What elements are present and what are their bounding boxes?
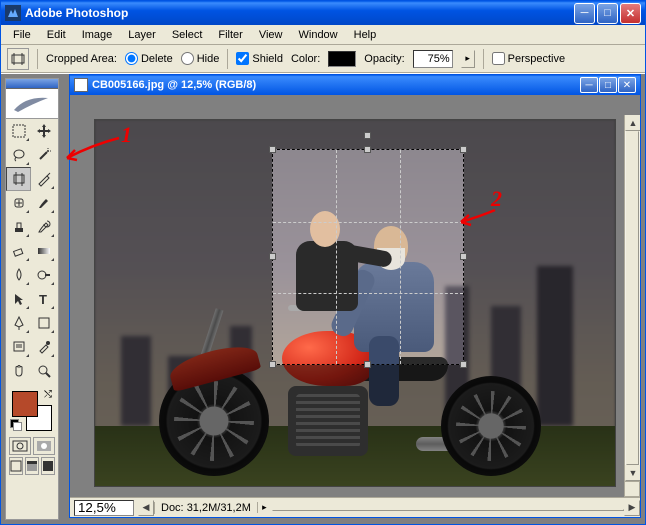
statusbar-flyout[interactable]: ▸	[257, 502, 271, 513]
options-bar: Cropped Area: Delete Hide Shield Color: …	[1, 45, 645, 73]
crop-handle-l[interactable]	[269, 253, 276, 260]
screen-menubar-button[interactable]	[25, 457, 39, 475]
scroll-up-button[interactable]: ▲	[625, 115, 640, 131]
crop-handle-t[interactable]	[364, 146, 371, 153]
canvas[interactable]	[94, 119, 616, 487]
crop-handle-r[interactable]	[460, 253, 467, 260]
type-tool[interactable]: T	[31, 287, 56, 311]
move-tool[interactable]	[31, 119, 56, 143]
crop-selection[interactable]	[272, 149, 464, 365]
crop-handle-b[interactable]	[364, 361, 371, 368]
standard-mode-button[interactable]	[9, 437, 31, 455]
document-icon	[74, 78, 88, 92]
eraser-tool[interactable]	[6, 239, 31, 263]
doc-close-button[interactable]: ✕	[618, 77, 636, 93]
scroll-down-button[interactable]: ▼	[625, 465, 640, 481]
menu-edit[interactable]: Edit	[39, 27, 74, 43]
scroll-right-button[interactable]: ▶	[624, 500, 640, 516]
color-swatches[interactable]: ⤭	[10, 389, 54, 431]
lasso-tool[interactable]	[6, 143, 31, 167]
opacity-label: Opacity:	[364, 53, 404, 65]
menu-layer[interactable]: Layer	[120, 27, 164, 43]
healing-brush-tool[interactable]	[6, 191, 31, 215]
crop-rotate-handle[interactable]	[364, 132, 371, 139]
brush-tool[interactable]	[31, 191, 56, 215]
workarea: T ⤭ CB005	[1, 73, 645, 524]
notes-tool[interactable]	[6, 335, 31, 359]
toolbox: T ⤭	[5, 78, 59, 520]
history-brush-tool[interactable]	[31, 215, 56, 239]
color-label: Color:	[291, 53, 320, 65]
close-button[interactable]: ✕	[620, 3, 641, 24]
marquee-tool[interactable]	[6, 119, 31, 143]
quickmask-mode-button[interactable]	[33, 437, 55, 455]
doc-maximize-button[interactable]: □	[599, 77, 617, 93]
vertical-scrollbar[interactable]: ▲ ▼	[624, 115, 640, 481]
document-area: CB005166.jpg @ 12,5% (RGB/8) ─ □ ✕	[63, 74, 645, 524]
canvas-wrapper: ▲ ▼ ◀ Doc: 31,2M/31,2M ▸ ▶	[70, 95, 640, 517]
cropped-area-label: Cropped Area:	[46, 53, 117, 65]
doc-minimize-button[interactable]: ─	[580, 77, 598, 93]
crop-handle-tr[interactable]	[460, 146, 467, 153]
document-titlebar[interactable]: CB005166.jpg @ 12,5% (RGB/8) ─ □ ✕	[70, 75, 640, 95]
menu-window[interactable]: Window	[291, 27, 346, 43]
shield-color-swatch[interactable]	[328, 51, 356, 67]
zoom-field[interactable]	[74, 500, 134, 516]
crop-handle-bl[interactable]	[269, 361, 276, 368]
hide-radio[interactable]: Hide	[181, 52, 220, 65]
crop-handle-br[interactable]	[460, 361, 467, 368]
minimize-button[interactable]: ─	[574, 3, 595, 24]
crop-handle-tl[interactable]	[269, 146, 276, 153]
shape-tool[interactable]	[31, 311, 56, 335]
statusbar: ◀ Doc: 31,2M/31,2M ▸ ▶	[70, 497, 640, 517]
opacity-field[interactable]	[413, 50, 453, 68]
opacity-flyout[interactable]: ▸	[461, 50, 475, 68]
pen-tool[interactable]	[6, 311, 31, 335]
screen-standard-button[interactable]	[9, 457, 23, 475]
slice-tool[interactable]	[31, 167, 56, 191]
swap-colors-icon[interactable]: ⤭	[44, 389, 52, 400]
gradient-tool[interactable]	[31, 239, 56, 263]
app-window: Adobe Photoshop ─ □ ✕ File Edit Image La…	[0, 0, 646, 525]
zoom-tool[interactable]	[31, 359, 56, 383]
svg-text:T: T	[39, 292, 47, 307]
default-colors-icon[interactable]	[10, 419, 22, 431]
foreground-color-swatch[interactable]	[12, 391, 38, 417]
maximize-button[interactable]: □	[597, 3, 618, 24]
current-tool-icon[interactable]	[7, 48, 29, 70]
screen-full-button[interactable]	[41, 457, 55, 475]
menu-help[interactable]: Help	[346, 27, 385, 43]
document-title: CB005166.jpg @ 12,5% (RGB/8)	[92, 79, 580, 91]
resize-grip[interactable]	[624, 481, 640, 497]
blur-tool[interactable]	[6, 263, 31, 287]
menu-select[interactable]: Select	[164, 27, 211, 43]
clone-stamp-tool[interactable]	[6, 215, 31, 239]
menu-file[interactable]: File	[5, 27, 39, 43]
dodge-tool[interactable]	[31, 263, 56, 287]
toolbox-grip[interactable]	[6, 79, 58, 89]
document-window: CB005166.jpg @ 12,5% (RGB/8) ─ □ ✕	[69, 74, 641, 518]
perspective-checkbox[interactable]: Perspective	[492, 52, 565, 65]
shield-checkbox[interactable]: Shield	[236, 52, 283, 65]
app-icon	[5, 5, 21, 21]
magic-wand-tool[interactable]	[31, 143, 56, 167]
menu-filter[interactable]: Filter	[210, 27, 250, 43]
titlebar[interactable]: Adobe Photoshop ─ □ ✕	[1, 1, 645, 25]
scroll-left-button[interactable]: ◀	[138, 500, 154, 516]
app-title: Adobe Photoshop	[25, 6, 574, 20]
menubar: File Edit Image Layer Select Filter View…	[1, 25, 645, 45]
crop-tool[interactable]	[6, 167, 31, 191]
eyedropper-tool[interactable]	[31, 335, 56, 359]
menu-image[interactable]: Image	[74, 27, 121, 43]
hand-tool[interactable]	[6, 359, 31, 383]
doc-info: 31,2M/31,2M	[187, 502, 251, 514]
doc-label: Doc:	[161, 502, 184, 514]
toolbox-header-icon	[6, 89, 58, 119]
path-select-tool[interactable]	[6, 287, 31, 311]
menu-view[interactable]: View	[251, 27, 291, 43]
delete-radio[interactable]: Delete	[125, 52, 173, 65]
